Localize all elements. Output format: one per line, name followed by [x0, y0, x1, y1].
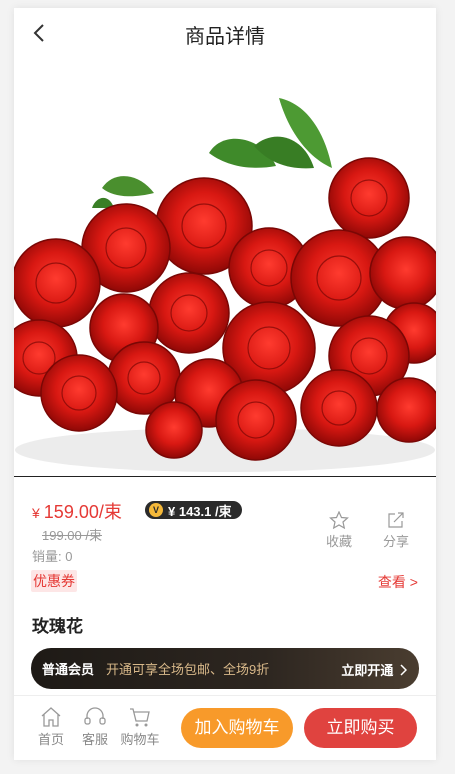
- vip-price-value: ¥ 143.1 /束: [168, 503, 232, 519]
- star-icon: [329, 511, 349, 529]
- product-price: ¥159.00/束: [32, 498, 122, 524]
- share-label: 分享: [382, 534, 409, 549]
- tab-service[interactable]: 客服: [76, 706, 114, 748]
- favorite-button[interactable]: 收藏: [321, 511, 357, 550]
- product-image: [14, 58, 436, 476]
- shopping-cart-icon: [130, 708, 150, 727]
- membership-banner[interactable]: 普通会员 开通可享全场包邮、全场9折 立即开通: [31, 648, 419, 689]
- vip-badge-icon: V: [149, 503, 163, 517]
- member-open-button[interactable]: 立即开通: [341, 660, 408, 679]
- buy-now-button[interactable]: 立即购买: [304, 708, 417, 748]
- tab-service-label: 客服: [81, 732, 108, 747]
- coupon-badge[interactable]: 优惠券: [31, 570, 77, 592]
- home-icon: [41, 707, 61, 727]
- favorite-label: 收藏: [325, 534, 352, 549]
- phone-screen: 商品详情 ¥ 159.00/束 V ¥ 143.1 /束 199.00 /束 销…: [14, 8, 436, 760]
- image-divider: [14, 476, 436, 477]
- rose-bouquet-image: [14, 98, 436, 472]
- share-icon: [388, 512, 404, 528]
- add-to-cart-button[interactable]: 加入购物车: [181, 708, 293, 748]
- price-value: 159.00/束: [43, 502, 122, 522]
- vip-price-tag: V ¥ 143.1 /束: [145, 501, 242, 519]
- share-button[interactable]: 分享: [378, 511, 414, 550]
- tab-cart[interactable]: 购物车: [115, 706, 165, 748]
- sales-count: 销量: 0: [32, 549, 73, 564]
- original-price: 199.00 /束: [42, 528, 102, 543]
- page-title: 商品详情: [185, 26, 265, 48]
- member-benefits: 开通可享全场包邮、全场9折: [106, 662, 270, 677]
- chevron-right-icon: [400, 664, 408, 676]
- bottom-action-bar: 首页 客服 购物车 加入购物车 立即购买: [14, 695, 436, 760]
- tab-home[interactable]: 首页: [32, 706, 70, 748]
- currency-symbol: ¥: [32, 505, 40, 521]
- headset-icon: [84, 707, 106, 725]
- coupon-view-link[interactable]: 查看 >: [378, 572, 418, 592]
- tab-cart-label: 购物车: [120, 732, 160, 747]
- member-open-label: 立即开通: [341, 663, 394, 678]
- tab-home-label: 首页: [37, 732, 64, 747]
- top-nav-bar: 商品详情: [14, 8, 436, 58]
- member-level: 普通会员: [42, 662, 95, 677]
- product-name: 玫瑰花: [32, 617, 83, 636]
